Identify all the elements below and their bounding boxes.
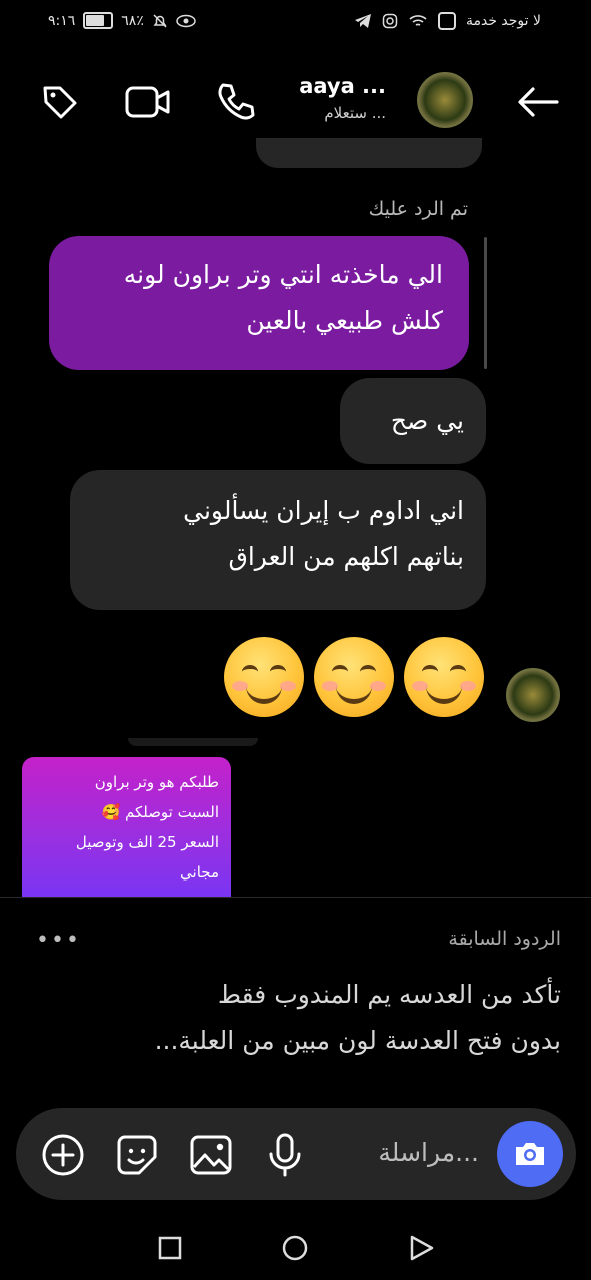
telegram-icon — [354, 14, 371, 28]
wifi-icon — [409, 15, 427, 26]
carrier-text: لا توجد خدمة — [465, 13, 541, 29]
message-edge — [128, 738, 258, 746]
smiling-emoji[interactable] — [314, 637, 394, 717]
microphone-icon[interactable] — [262, 1132, 308, 1178]
previous-reply-line: بدون فتح العدسة لون مبين من العلبة... — [154, 1026, 561, 1055]
video-call-icon[interactable] — [124, 78, 172, 126]
status-right: لا توجد خدمة — [354, 12, 541, 30]
eye-comfort-icon — [176, 14, 196, 27]
quoted-message-bubble[interactable]: الي ماخذته انتي وتر براون لونه كلش طبيعي… — [49, 236, 469, 370]
add-icon[interactable] — [40, 1132, 86, 1178]
order-card[interactable]: طلبكم هو وتر براون السبت توصلكم 🥰 السعر … — [22, 757, 231, 897]
status-time: ٩:١٦ — [48, 12, 76, 29]
tag-icon[interactable] — [36, 78, 84, 126]
previous-reply-item[interactable]: تأكد من العدسه يم المندوب فقط بدون فتح ا… — [21, 972, 561, 1064]
message-line: اني اداوم ب إيران يسألوني — [183, 496, 464, 525]
camera-button[interactable] — [497, 1121, 563, 1187]
sender-avatar[interactable] — [506, 668, 560, 722]
divider — [0, 897, 591, 898]
message-bubble[interactable]: يي صح — [340, 378, 486, 464]
card-line: السبت توصلكم 🥰 — [101, 803, 219, 821]
gallery-icon[interactable] — [188, 1132, 234, 1178]
previous-message-bubble — [256, 138, 482, 168]
back-arrow-icon[interactable] — [514, 78, 562, 126]
more-options-icon[interactable]: ••• — [36, 928, 81, 953]
no-sim-icon — [437, 12, 456, 30]
contact-name[interactable]: aaya ... — [299, 74, 386, 98]
back-nav-icon[interactable] — [408, 1235, 434, 1261]
phone-call-icon[interactable] — [212, 78, 260, 126]
recent-apps-icon[interactable] — [158, 1236, 182, 1260]
card-line: طلبكم هو وتر براون — [94, 773, 219, 791]
battery-level: ٦٨٪ — [121, 12, 144, 29]
camera-icon — [516, 1143, 544, 1165]
message-bubble[interactable]: اني اداوم ب إيران يسألوني بناتهم اكلهم م… — [70, 470, 486, 610]
contact-subtitle: ستعلام ... — [324, 104, 386, 122]
instagram-icon — [382, 13, 398, 29]
card-line: السعر 25 الف وتوصيل — [75, 833, 219, 851]
mute-bell-icon — [153, 13, 167, 28]
card-line: مجاني — [180, 863, 219, 881]
sticker-icon[interactable] — [114, 1132, 160, 1178]
system-nav-bar — [0, 1200, 591, 1280]
previous-replies-title: الردود السابقة — [448, 928, 561, 950]
replied-label: تم الرد عليك — [368, 198, 468, 220]
battery-icon — [83, 12, 114, 29]
status-bar: ٩:١٦ ٦٨٪ لا توجد خدمة — [0, 0, 591, 46]
previous-reply-line: تأكد من العدسه يم المندوب فقط — [217, 980, 561, 1009]
chat-header — [0, 60, 591, 140]
contact-avatar[interactable] — [417, 72, 473, 128]
status-left: ٩:١٦ ٦٨٪ — [48, 12, 196, 29]
quoted-message-line: الي ماخذته انتي وتر براون لونه — [123, 260, 443, 289]
reply-quote-bar — [484, 237, 487, 369]
smiling-emoji[interactable] — [404, 637, 484, 717]
message-line: بناتهم اكلهم من العراق — [228, 542, 464, 571]
quoted-message-line: كلش طبيعي بالعين — [246, 306, 443, 335]
message-text: يي صح — [390, 406, 464, 435]
smiling-emoji[interactable] — [224, 637, 304, 717]
home-icon[interactable] — [282, 1235, 308, 1261]
message-input[interactable]: مراسلة... — [378, 1138, 479, 1167]
